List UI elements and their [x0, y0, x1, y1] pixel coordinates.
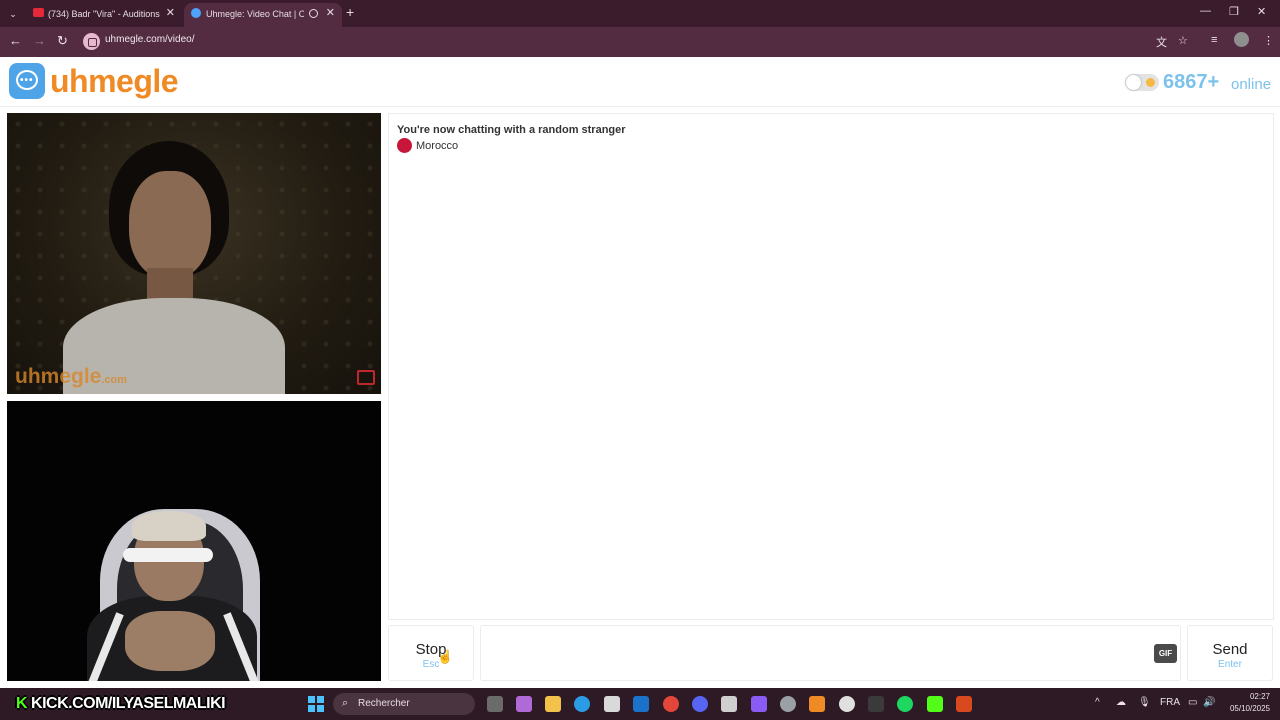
chrome-icon[interactable] — [663, 696, 679, 712]
language-indicator[interactable]: FRA — [1160, 697, 1180, 708]
task-view-icon[interactable] — [487, 696, 503, 712]
search-icon: ⌕ — [342, 697, 349, 709]
spotify-icon[interactable] — [897, 696, 913, 712]
omnibox[interactable]: uhmegle.com/video/ — [80, 30, 1200, 53]
gif-button[interactable]: GIF — [1154, 644, 1177, 663]
kick-prefix: K — [16, 695, 28, 712]
settings-gear-icon[interactable] — [780, 696, 796, 712]
dark-mode-toggle[interactable] — [1125, 74, 1159, 91]
self-hands — [125, 611, 215, 671]
self-video — [7, 401, 381, 681]
kick-app-icon[interactable] — [927, 696, 943, 712]
uhmegle-favicon-icon — [191, 8, 201, 18]
watermark-main: uhmegle — [15, 365, 102, 388]
self-hair — [132, 511, 206, 541]
new-tab-button[interactable]: + — [346, 4, 354, 20]
logo-text[interactable]: uhmegle — [50, 63, 179, 100]
copilot-icon[interactable] — [516, 696, 532, 712]
more-menu-icon[interactable]: ⋮ — [1263, 34, 1274, 47]
clock-time: 02:27 — [1249, 692, 1270, 701]
guitar-app-icon[interactable] — [868, 696, 884, 712]
site-info-icon[interactable] — [83, 33, 100, 50]
close-tab-icon[interactable]: ✕ — [166, 3, 175, 23]
stranger-face — [129, 171, 211, 279]
tab-search-menu-button[interactable]: ⌄ — [5, 6, 21, 22]
chat-log[interactable]: You're now chatting with a random strang… — [388, 113, 1274, 620]
kick-stream-overlay: K KICK.COM/ILYASELMALIKI — [12, 692, 229, 716]
tab-title: (734) Badr "Vira" - Auditions Ja — [48, 9, 160, 19]
send-shortcut: Enter — [1218, 659, 1242, 670]
online-label: online — [1231, 76, 1272, 93]
bubble-dots: ••• — [20, 75, 34, 86]
volume-icon[interactable]: 🔊 — [1203, 697, 1215, 708]
taskbar-search[interactable]: ⌕ Rechercher — [333, 693, 475, 715]
kick-url: KICK.COM/ILYASELMALIKI — [31, 695, 226, 712]
clock-date: 05/10/2025 — [1229, 704, 1270, 713]
network-icon[interactable]: ▭ — [1188, 697, 1197, 708]
address-bar: ← → ↻ uhmegle.com/video/ 文 ☆ ≡ ⋮ — [0, 27, 1280, 57]
site-header: ••• uhmegle 6867+ online — [0, 57, 1280, 107]
online-count: 6867+ — [1163, 71, 1220, 93]
report-flag-icon[interactable] — [357, 370, 375, 385]
youtube-favicon-icon — [33, 8, 44, 17]
back-arrow-icon[interactable]: ← — [9, 33, 22, 48]
url-text[interactable]: uhmegle.com/video/ — [105, 34, 195, 45]
reload-icon[interactable]: ↻ — [57, 33, 68, 49]
hand-cursor-icon: ☝ — [437, 649, 454, 664]
stop-shortcut: Esc — [422, 659, 440, 670]
chat-status-message: You're now chatting with a random strang… — [397, 124, 626, 136]
forward-arrow-icon[interactable]: → — [33, 33, 46, 48]
chat-bubble-logo-icon[interactable]: ••• — [9, 63, 45, 99]
tab-youtube[interactable]: (734) Badr "Vira" - Auditions Ja ✕ — [26, 3, 182, 27]
watermark-suffix: .com — [101, 374, 128, 386]
send-label: Send — [1212, 641, 1248, 658]
taskbar-clock[interactable]: 02:27 05/10/2025 — [1222, 691, 1270, 715]
search-label: Rechercher — [358, 698, 410, 709]
media-control-icon[interactable]: ≡ — [1211, 34, 1217, 46]
windows-taskbar: K KICK.COM/ILYASELMALIKI ⌕ Rechercher ^ … — [0, 688, 1280, 720]
bookmark-star-icon[interactable]: ☆ — [1178, 34, 1188, 47]
video-watermark: uhmegle.com — [15, 365, 127, 389]
app-a-icon[interactable] — [809, 696, 825, 712]
close-tab-icon[interactable]: ✕ — [326, 3, 335, 23]
toggle-knob — [1126, 75, 1141, 90]
tab-uhmegle[interactable]: Uhmegle: Video Chat | Ome ✕ — [184, 3, 342, 27]
stranger-video: uhmegle.com — [7, 113, 381, 394]
streaming-app-icon[interactable] — [839, 696, 855, 712]
sun-icon — [1146, 78, 1155, 87]
tray-chevron-icon[interactable]: ^ — [1095, 697, 1100, 708]
close-window-icon[interactable]: ✕ — [1257, 5, 1266, 18]
send-button[interactable]: Send Enter — [1187, 625, 1273, 681]
game-icon[interactable] — [751, 696, 767, 712]
windows-start-icon[interactable] — [308, 696, 324, 712]
self-glasses — [123, 548, 213, 562]
recording-indicator-icon — [309, 9, 318, 18]
onedrive-icon[interactable]: ☁ — [1116, 697, 1126, 708]
browser-tab-bar: ⌄ (734) Badr "Vira" - Auditions Ja ✕ Uhm… — [0, 0, 1280, 27]
stop-button[interactable]: Stop Esc — [388, 625, 474, 681]
message-input[interactable]: GIF — [480, 625, 1181, 681]
profile-avatar[interactable] — [1234, 32, 1249, 47]
file-explorer-icon[interactable] — [545, 696, 561, 712]
minimize-icon[interactable]: — — [1200, 5, 1211, 17]
morocco-flag-icon — [397, 138, 412, 153]
obs-app-icon[interactable] — [956, 696, 972, 712]
tab-title: Uhmegle: Video Chat | Ome — [206, 9, 304, 19]
microphone-icon[interactable]: 🎙 — [1138, 697, 1151, 708]
translate-icon[interactable]: 文 — [1156, 34, 1167, 50]
edge-icon[interactable] — [574, 696, 590, 712]
stop-label: Stop — [415, 641, 447, 658]
maximize-icon[interactable]: ❐ — [1229, 5, 1239, 18]
store-icon[interactable] — [604, 696, 620, 712]
country-name: Morocco — [416, 140, 459, 152]
app-icon[interactable] — [721, 696, 737, 712]
outlook-icon[interactable] — [633, 696, 649, 712]
discord-icon[interactable] — [692, 696, 708, 712]
